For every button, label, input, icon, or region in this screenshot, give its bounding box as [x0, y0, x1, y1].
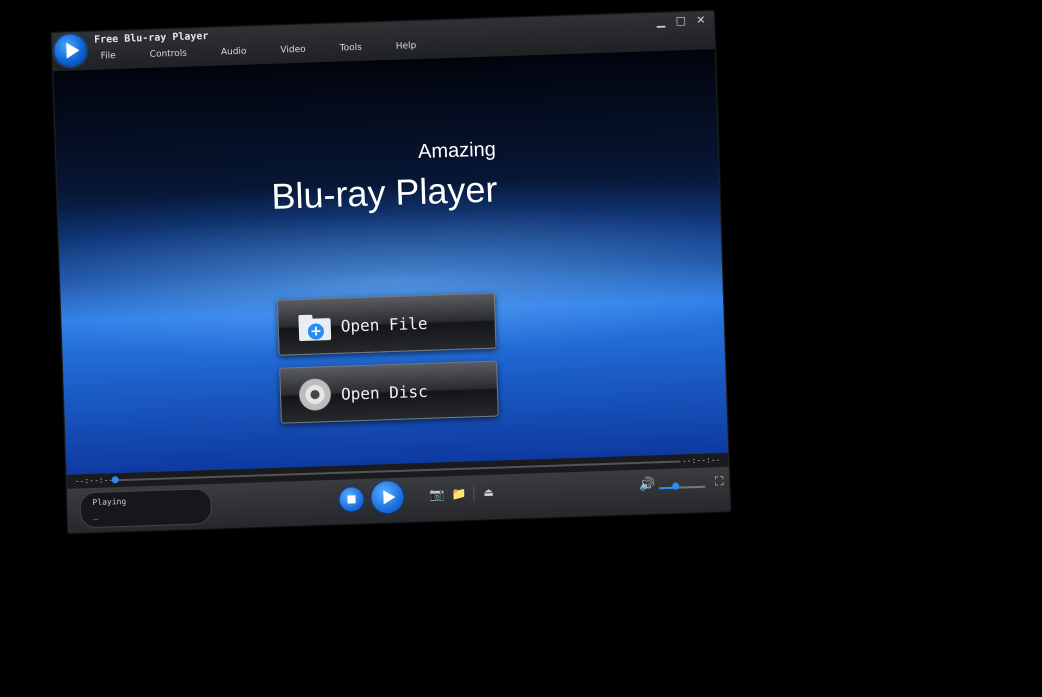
time-total: --:--:-- [681, 455, 721, 466]
window-controls: ▁ □ ✕ [654, 13, 708, 28]
video-area[interactable]: Amazing Blu-ray Player + Open File Open … [53, 49, 729, 475]
time-elapsed: --:--:-- [74, 475, 114, 486]
stop-button[interactable] [339, 487, 364, 512]
folder-add-icon: + [298, 312, 332, 342]
volume-icon[interactable]: 🔊 [639, 477, 656, 493]
app-window: Free Blu-ray Player File Controls Audio … [51, 11, 731, 533]
eject-icon[interactable]: ⏏ [483, 486, 494, 499]
seek-handle[interactable] [111, 476, 119, 484]
open-disc-button[interactable]: Open Disc [279, 360, 499, 424]
disc-icon [298, 378, 332, 412]
status-subtext: _ [92, 510, 98, 521]
tagline-large: Blu-ray Player [270, 168, 499, 217]
camera-icon[interactable]: 📷 [429, 487, 444, 501]
maximize-icon[interactable]: □ [674, 14, 688, 27]
menu-help[interactable]: Help [396, 41, 417, 52]
menu-audio[interactable]: Audio [221, 47, 247, 58]
volume-slider[interactable] [659, 485, 706, 490]
play-button[interactable] [370, 480, 404, 514]
minimize-icon[interactable]: ▁ [654, 15, 668, 28]
status-display: Playing _ [79, 488, 213, 529]
open-file-button[interactable]: + Open File [276, 292, 497, 356]
menu-tools[interactable]: Tools [340, 43, 362, 54]
menu-video[interactable]: Video [280, 45, 306, 56]
close-icon[interactable]: ✕ [694, 13, 708, 26]
app-title: Free Blu-ray Player [93, 30, 209, 46]
divider [473, 485, 475, 502]
open-file-label: Open File [340, 313, 428, 336]
fullscreen-icon[interactable]: ⛶ [715, 474, 724, 488]
open-disc-label: Open Disc [340, 381, 428, 404]
folder-icon[interactable]: 📁 [451, 487, 466, 501]
app-logo-icon [53, 33, 88, 68]
menu-controls[interactable]: Controls [150, 49, 188, 60]
volume-handle[interactable] [672, 482, 680, 490]
menu-file[interactable]: File [101, 51, 116, 61]
status-text: Playing [92, 496, 127, 508]
tagline-small: Amazing [417, 138, 497, 164]
